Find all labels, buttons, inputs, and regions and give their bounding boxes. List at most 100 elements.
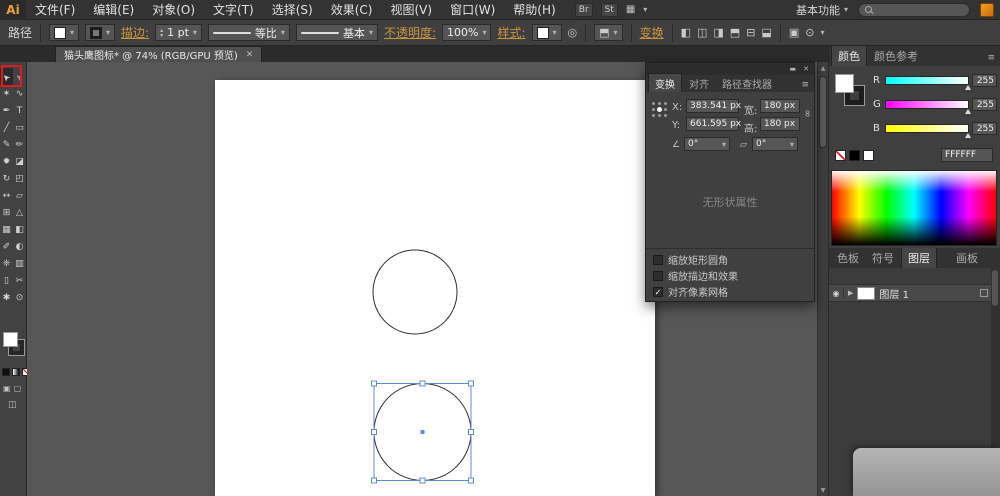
width-profile-dropdown[interactable]: 等比 ▾: [207, 24, 290, 41]
checkbox[interactable]: ✓: [653, 286, 663, 297]
gradient-tool[interactable]: ◧: [13, 221, 26, 238]
opacity-panel-link[interactable]: 不透明度:: [384, 24, 436, 41]
color-mode-button[interactable]: [2, 368, 10, 376]
selection-handle[interactable]: [371, 429, 377, 435]
rotate-tool[interactable]: ↻: [0, 170, 13, 187]
transform-panel-link[interactable]: 变换: [640, 24, 664, 41]
height-field[interactable]: 180 px: [760, 117, 800, 131]
fill-proxy[interactable]: [835, 74, 854, 93]
menu-effect[interactable]: 效果(C): [322, 0, 382, 20]
align-top-icon[interactable]: ⬒: [730, 26, 740, 39]
shear-dropdown[interactable]: 0° ▾: [752, 137, 798, 151]
selection-tool[interactable]: ➤: [0, 68, 13, 85]
layer-row[interactable]: ◉ ▶ 图层 1: [829, 284, 992, 302]
menu-edit[interactable]: 编辑(E): [84, 0, 143, 20]
rectangle-tool[interactable]: ▭: [13, 119, 26, 136]
eraser-tool[interactable]: ◪: [13, 153, 26, 170]
recolor-artwork-icon[interactable]: ◎: [568, 26, 578, 39]
tab-artboards[interactable]: 画板: [950, 248, 984, 268]
selection-handle[interactable]: [419, 380, 426, 387]
rotate-dropdown[interactable]: 0° ▾: [684, 137, 730, 151]
checkbox[interactable]: [653, 254, 663, 265]
stroke-width-stepper[interactable]: ▴ ▾: [160, 27, 163, 38]
pen-tool[interactable]: ✒: [0, 102, 13, 119]
pencil-tool[interactable]: ✏: [13, 136, 26, 153]
hand-tool[interactable]: ✱: [0, 289, 13, 306]
panel-menu-icon[interactable]: ≡: [798, 80, 812, 92]
align-bottom-icon[interactable]: ⬓: [761, 26, 771, 39]
selection-handle[interactable]: [468, 477, 474, 484]
x-field[interactable]: 383.541 px: [686, 99, 741, 113]
align-to-dropdown[interactable]: ⬒ ▾: [594, 24, 623, 41]
line-segment-tool[interactable]: ╱: [0, 119, 13, 136]
selection-handle[interactable]: [419, 477, 426, 484]
white-swatch[interactable]: [863, 150, 874, 161]
shape-builder-tool[interactable]: ⊞: [0, 204, 13, 221]
gradient-mode-button[interactable]: [12, 368, 20, 376]
draw-normal-button[interactable]: ▣: [3, 384, 11, 393]
menu-view[interactable]: 视图(V): [381, 0, 441, 20]
color-spectrum[interactable]: [831, 170, 997, 246]
g-slider[interactable]: [885, 100, 971, 114]
slider-thumb[interactable]: [965, 133, 971, 138]
visibility-eye-icon[interactable]: ◉: [829, 288, 844, 298]
r-slider[interactable]: [885, 76, 971, 90]
menu-help[interactable]: 帮助(H): [504, 0, 564, 20]
checkbox[interactable]: [653, 270, 663, 281]
scrollbar-thumb[interactable]: [992, 270, 998, 306]
cs-live-icon[interactable]: [980, 2, 994, 17]
tab-align[interactable]: 对齐: [683, 74, 715, 92]
g-value-field[interactable]: 255: [972, 98, 997, 111]
align-vcenter-icon[interactable]: ⊟: [746, 26, 755, 39]
panel-menu-icon[interactable]: ≡: [984, 53, 998, 66]
workspace-switcher[interactable]: 基本功能 ▾: [796, 2, 848, 18]
center-point[interactable]: [420, 430, 425, 434]
layer-name[interactable]: 图层 1: [879, 286, 976, 301]
chevron-down-icon[interactable]: ▾: [820, 28, 824, 37]
search-input[interactable]: [858, 2, 970, 17]
perspective-grid-tool[interactable]: △: [13, 204, 26, 221]
scroll-up-icon[interactable]: ▲: [818, 62, 828, 74]
align-to-pixel-grid-option[interactable]: ✓ 对齐像素网格: [653, 285, 807, 299]
isolate-object-icon[interactable]: ▣: [789, 26, 799, 39]
eyedropper-tool[interactable]: ✐: [0, 238, 13, 255]
symbol-sprayer-tool[interactable]: ❈: [0, 255, 13, 272]
stroke-color-dropdown[interactable]: ▾: [85, 24, 116, 41]
scroll-down-icon[interactable]: ▼: [818, 484, 828, 496]
draw-behind-button[interactable]: ▢: [14, 384, 22, 393]
align-hcenter-icon[interactable]: ◫: [697, 26, 707, 39]
mesh-tool[interactable]: ▦: [0, 221, 13, 238]
align-right-icon[interactable]: ◨: [713, 26, 723, 39]
tab-color-guide[interactable]: 颜色参考: [868, 46, 924, 66]
expand-triangle-icon[interactable]: ▶: [848, 289, 853, 297]
layer-target-box[interactable]: [980, 289, 988, 297]
ellipse-shape[interactable]: [372, 249, 458, 335]
blend-tool[interactable]: ◐: [13, 238, 26, 255]
stroke-width-dropdown[interactable]: ▴ ▾ 1 pt ▾: [155, 24, 202, 41]
lasso-tool[interactable]: ∿: [13, 85, 26, 102]
minimize-panel-icon[interactable]: ▬: [790, 65, 797, 73]
blob-brush-tool[interactable]: ✹: [0, 153, 13, 170]
tab-transform[interactable]: 变换: [648, 73, 682, 92]
align-left-icon[interactable]: ◧: [681, 26, 691, 39]
menu-object[interactable]: 对象(O): [143, 0, 204, 20]
vertical-scrollbar[interactable]: ▲ ▼: [817, 62, 828, 496]
slider-thumb[interactable]: [965, 85, 971, 90]
style-panel-link[interactable]: 样式:: [497, 24, 525, 41]
none-swatch[interactable]: [835, 150, 846, 161]
b-value-field[interactable]: 255: [972, 122, 997, 135]
selection-handle[interactable]: [371, 380, 377, 387]
scale-corners-option[interactable]: 缩放矩形圆角: [653, 253, 807, 267]
fill-color-control[interactable]: [3, 332, 18, 347]
chevron-down-icon[interactable]: ▾: [643, 5, 647, 14]
menu-file[interactable]: 文件(F): [26, 0, 84, 20]
app-logo[interactable]: Ai: [0, 0, 26, 20]
direct-selection-tool[interactable]: ➢: [13, 68, 26, 85]
type-tool[interactable]: T: [13, 102, 26, 119]
arrange-documents-icon[interactable]: ▦: [626, 4, 635, 15]
close-panel-icon[interactable]: ✕: [803, 65, 809, 73]
constrain-proportions-icon[interactable]: ∞: [802, 109, 813, 117]
b-slider[interactable]: [885, 124, 971, 138]
stroke-panel-link[interactable]: 描边:: [121, 24, 149, 41]
slice-tool[interactable]: ✂: [13, 272, 26, 289]
